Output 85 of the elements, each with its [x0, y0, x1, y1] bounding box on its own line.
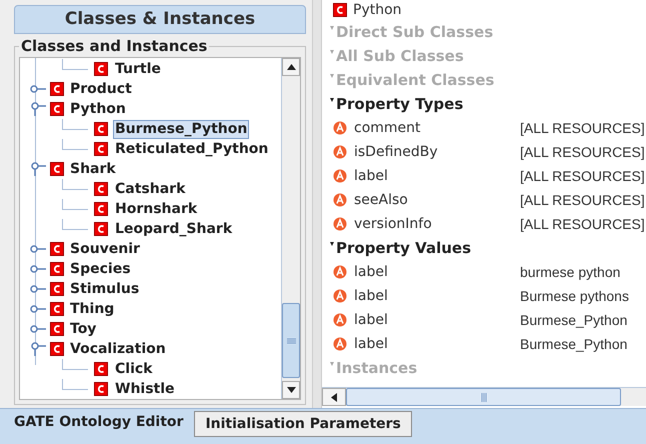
tree-connector — [62, 359, 88, 370]
class-icon — [94, 142, 108, 156]
tree-item[interactable]: Python — [68, 100, 128, 118]
property-name: label — [354, 334, 388, 354]
scrollbar-thumb[interactable] — [282, 303, 300, 378]
tree-item[interactable]: Turtle — [113, 60, 163, 78]
editor-tab[interactable]: Initialisation Parameters — [194, 411, 412, 437]
scrollbar-thumb[interactable] — [346, 388, 621, 406]
property-name: label — [354, 262, 388, 282]
scroll-up-button[interactable] — [282, 58, 300, 76]
scroll-down-button[interactable] — [282, 381, 300, 399]
class-icon — [94, 62, 108, 76]
property-icon — [333, 169, 347, 183]
class-icon — [94, 122, 108, 136]
property-value: [ALL RESOURCES] — [520, 142, 645, 162]
tree-item[interactable]: Species — [68, 260, 133, 278]
tree-item[interactable]: Product — [68, 80, 134, 98]
tree-connector — [62, 379, 88, 390]
section-heading[interactable]: Property Values — [336, 236, 472, 260]
class-icon — [50, 102, 64, 116]
tree-connector — [62, 219, 88, 230]
property-name: versionInfo — [354, 214, 432, 234]
tree-item[interactable]: Whistle — [113, 380, 177, 398]
property-value: [ALL RESOURCES] — [520, 118, 645, 138]
panel-tab[interactable]: Classes & Instances — [14, 5, 306, 34]
property-value: burmese python — [520, 262, 620, 282]
property-icon — [333, 217, 347, 231]
property-icon — [333, 193, 347, 207]
class-icon — [50, 262, 64, 276]
class-icon — [50, 242, 64, 256]
property-value: [ALL RESOURCES] — [520, 166, 645, 186]
property-value: Burmese pythons — [520, 286, 629, 306]
tree-connector — [62, 59, 88, 70]
down-arrow-icon — [286, 387, 296, 393]
class-icon — [333, 3, 347, 17]
tree-connector — [62, 179, 88, 190]
tree-item[interactable]: Hornshark — [113, 200, 200, 218]
class-icon — [50, 82, 64, 96]
class-icon — [94, 182, 108, 196]
class-icon — [94, 202, 108, 216]
class-icon — [50, 322, 64, 336]
property-icon — [333, 289, 347, 303]
property-name: label — [354, 310, 388, 330]
tree-item[interactable]: Vocalization — [68, 340, 168, 358]
class-icon — [94, 362, 108, 376]
tree-connector — [62, 119, 88, 130]
tree-item[interactable]: Burmese_Python — [113, 120, 250, 138]
tree-item[interactable]: Click — [113, 360, 154, 378]
property-name: seeAlso — [354, 190, 408, 210]
tree-connector — [62, 199, 88, 210]
grip-icon — [480, 392, 486, 402]
tree-item[interactable]: Shark — [68, 160, 118, 178]
property-value: Burmese_Python — [520, 310, 628, 330]
up-arrow-icon — [286, 64, 296, 70]
grip-icon — [286, 338, 296, 344]
class-name: Python — [353, 0, 402, 20]
section-heading[interactable]: Property Types — [336, 92, 464, 116]
property-value: [ALL RESOURCES] — [520, 214, 645, 234]
class-icon — [94, 222, 108, 236]
property-icon — [333, 265, 347, 279]
property-icon — [333, 337, 347, 351]
scroll-left-button[interactable] — [322, 388, 346, 406]
tree-connector — [62, 139, 88, 150]
class-icon — [50, 282, 64, 296]
class-icon — [94, 382, 108, 396]
left-arrow-icon — [331, 392, 337, 402]
property-icon — [333, 313, 347, 327]
class-icon — [50, 342, 64, 356]
property-name: isDefinedBy — [354, 142, 438, 162]
tree-item[interactable]: Thing — [68, 300, 116, 318]
tree-item[interactable]: Catshark — [113, 180, 188, 198]
class-icon — [50, 162, 64, 176]
property-name: label — [354, 286, 388, 306]
class-icon — [50, 302, 64, 316]
property-icon — [333, 121, 347, 135]
tree-item[interactable]: Toy — [68, 320, 98, 338]
property-value: Burmese_Python — [520, 334, 628, 354]
tree-item[interactable]: Souvenir — [68, 240, 142, 258]
tree-item[interactable]: Stimulus — [68, 280, 142, 298]
property-name: comment — [354, 118, 421, 138]
property-name: label — [354, 166, 388, 186]
tree-item[interactable]: Leopard_Shark — [113, 220, 234, 238]
property-icon — [333, 145, 347, 159]
property-value: [ALL RESOURCES] — [520, 190, 645, 210]
tree-item[interactable]: Reticulated_Python — [113, 140, 270, 158]
